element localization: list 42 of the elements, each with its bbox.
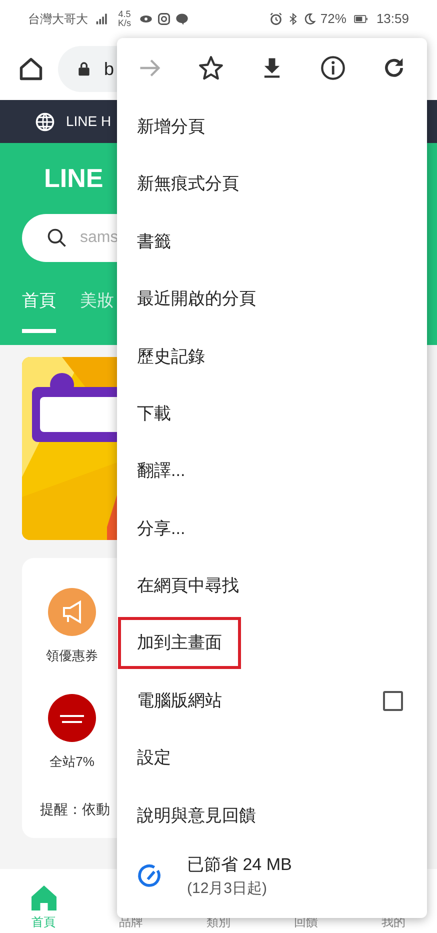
chat-icon — [175, 12, 190, 26]
bluetooth-icon — [287, 12, 300, 26]
menu-item[interactable]: 最近開啟的分頁 — [137, 286, 256, 312]
menu-item[interactable]: 加到主畫面 — [121, 620, 238, 666]
search-placeholder: sams — [80, 228, 118, 248]
menu-item[interactable]: 新增分頁 — [137, 114, 205, 140]
lock-icon — [76, 60, 92, 78]
network-speed: 4.5 — [118, 10, 131, 19]
menu-item[interactable]: 書籤 — [137, 228, 171, 254]
shortcut-label[interactable]: 全站7% — [50, 752, 94, 771]
menu-item[interactable]: 新無痕式分頁 — [137, 171, 239, 197]
menu-item[interactable]: 歷史記錄 — [137, 344, 205, 369]
menu-item[interactable]: 在網頁中尋找 — [137, 573, 239, 599]
speed-unit: K/s — [118, 19, 132, 28]
globe-icon — [34, 110, 56, 132]
moon-icon — [303, 12, 316, 26]
star-icon[interactable] — [198, 55, 224, 81]
shortcut-label[interactable]: 領優惠券 — [46, 646, 98, 666]
alarm-icon — [269, 12, 284, 26]
menu-item[interactable]: 分享... — [137, 516, 186, 542]
data-saved-since: (12月3日起) — [187, 878, 268, 899]
site-top-link[interactable]: LINE H — [66, 111, 112, 132]
data-saved-text[interactable]: 已節省 24 MB — [187, 852, 292, 878]
home-icon — [28, 883, 59, 913]
menu-item[interactable]: 下載 — [137, 400, 171, 426]
url-text: b — [104, 58, 114, 80]
store-logo-icon[interactable] — [48, 694, 96, 742]
notice-text: 提醒：依動 — [40, 800, 110, 819]
search-icon — [46, 227, 68, 249]
menu-item[interactable]: 設定 — [137, 745, 171, 771]
site-logo: LINE — [44, 162, 104, 195]
camera-icon — [157, 12, 172, 26]
menu-item[interactable]: 翻譯... — [137, 458, 186, 484]
carrier-name: 台灣大哥大 — [28, 11, 88, 28]
menu-item[interactable]: 電腦版網站 — [137, 688, 222, 714]
battery-percent: 72% — [320, 10, 346, 28]
speedometer-icon — [137, 863, 163, 890]
home-icon[interactable] — [18, 56, 44, 82]
clock-time: 13:59 — [376, 10, 409, 28]
menu-item[interactable]: 說明與意見回饋 — [137, 802, 256, 828]
info-icon[interactable] — [320, 55, 346, 81]
checkbox[interactable] — [383, 690, 403, 711]
